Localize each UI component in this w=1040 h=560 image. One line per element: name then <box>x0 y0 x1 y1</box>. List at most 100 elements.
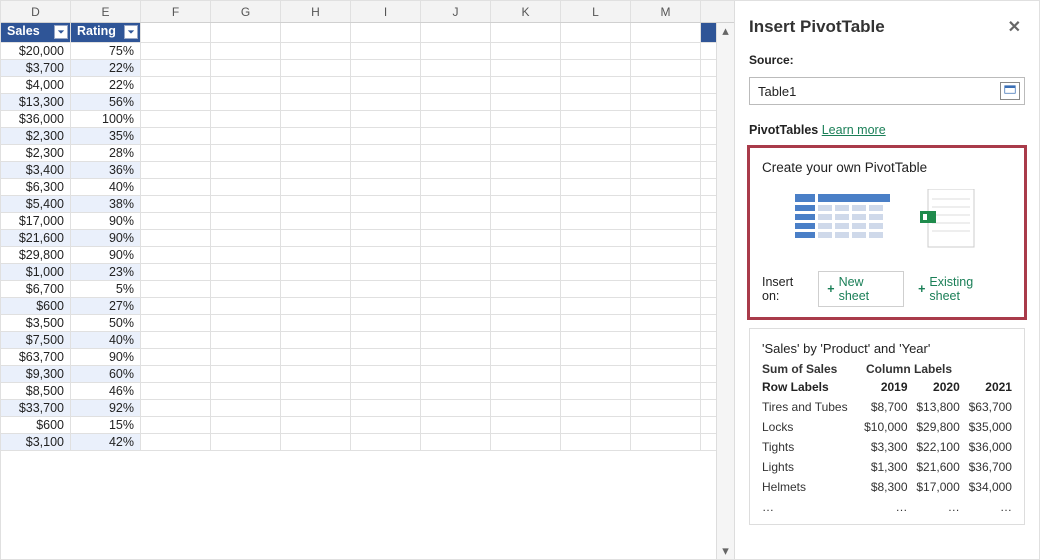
cell[interactable] <box>491 264 561 280</box>
rating-cell[interactable]: 42% <box>71 434 141 450</box>
rating-cell[interactable]: 38% <box>71 196 141 212</box>
cell[interactable] <box>561 298 631 314</box>
cell[interactable] <box>351 281 421 297</box>
existing-sheet-button[interactable]: +Existing sheet <box>910 272 1012 306</box>
sales-cell[interactable]: $1,000 <box>1 264 71 280</box>
cell[interactable] <box>631 145 701 161</box>
table-row[interactable]: $60027% <box>1 298 716 315</box>
cell[interactable] <box>351 383 421 399</box>
cell[interactable] <box>561 213 631 229</box>
cell[interactable] <box>211 264 281 280</box>
rating-cell[interactable]: 28% <box>71 145 141 161</box>
cell[interactable] <box>281 43 351 59</box>
cell[interactable] <box>561 349 631 365</box>
rating-cell[interactable]: 27% <box>71 298 141 314</box>
cell[interactable] <box>211 111 281 127</box>
cell[interactable] <box>351 77 421 93</box>
table-row[interactable]: $8,50046% <box>1 383 716 400</box>
cell[interactable] <box>141 247 211 263</box>
grid[interactable]: SalesRating$20,00075%$3,70022%$4,00022%$… <box>1 23 716 559</box>
cell[interactable] <box>211 349 281 365</box>
cell[interactable] <box>281 400 351 416</box>
cell[interactable] <box>421 366 491 382</box>
rating-cell[interactable]: 22% <box>71 77 141 93</box>
cell[interactable] <box>561 230 631 246</box>
cell[interactable] <box>491 77 561 93</box>
cell[interactable] <box>281 128 351 144</box>
cell[interactable] <box>281 60 351 76</box>
rating-cell[interactable]: 50% <box>71 315 141 331</box>
rating-cell[interactable]: 92% <box>71 400 141 416</box>
table-row[interactable]: $36,000100% <box>1 111 716 128</box>
cell[interactable] <box>141 332 211 348</box>
cell[interactable] <box>281 332 351 348</box>
cell[interactable] <box>561 128 631 144</box>
cell[interactable] <box>561 43 631 59</box>
cell[interactable] <box>281 196 351 212</box>
cell[interactable] <box>631 383 701 399</box>
cell[interactable] <box>351 366 421 382</box>
cell[interactable] <box>351 94 421 110</box>
cell[interactable] <box>421 111 491 127</box>
new-sheet-button[interactable]: +New sheet <box>818 271 904 307</box>
cell[interactable] <box>491 349 561 365</box>
sales-cell[interactable]: $2,300 <box>1 145 71 161</box>
sales-header[interactable]: Sales <box>1 23 71 42</box>
table-row[interactable]: $2,30028% <box>1 145 716 162</box>
sales-cell[interactable]: $36,000 <box>1 111 71 127</box>
table-row[interactable]: $2,30035% <box>1 128 716 145</box>
cell[interactable] <box>491 332 561 348</box>
table-row[interactable]: $5,40038% <box>1 196 716 213</box>
cell[interactable] <box>281 145 351 161</box>
cell[interactable] <box>631 77 701 93</box>
cell[interactable] <box>141 298 211 314</box>
cell[interactable] <box>351 349 421 365</box>
cell[interactable] <box>211 417 281 433</box>
range-picker-icon[interactable] <box>1000 82 1020 100</box>
cell[interactable] <box>631 264 701 280</box>
cell[interactable] <box>491 111 561 127</box>
cell[interactable] <box>211 315 281 331</box>
cell[interactable] <box>211 281 281 297</box>
close-icon[interactable]: ✕ <box>1004 15 1025 39</box>
cell[interactable] <box>561 77 631 93</box>
column-header[interactable]: K <box>491 1 561 22</box>
cell[interactable] <box>631 43 701 59</box>
vertical-scrollbar[interactable]: ▴ ▾ <box>716 23 734 559</box>
sales-cell[interactable]: $17,000 <box>1 213 71 229</box>
cell[interactable] <box>141 349 211 365</box>
sales-cell[interactable]: $63,700 <box>1 349 71 365</box>
cell[interactable] <box>211 196 281 212</box>
column-header[interactable]: E <box>71 1 141 22</box>
sales-cell[interactable]: $3,700 <box>1 60 71 76</box>
sales-cell[interactable]: $4,000 <box>1 77 71 93</box>
rating-cell[interactable]: 23% <box>71 264 141 280</box>
column-header[interactable]: L <box>561 1 631 22</box>
column-header[interactable]: D <box>1 1 71 22</box>
cell[interactable] <box>561 23 631 42</box>
cell[interactable] <box>211 77 281 93</box>
cell[interactable] <box>281 264 351 280</box>
sales-cell[interactable]: $3,400 <box>1 162 71 178</box>
cell[interactable] <box>561 434 631 450</box>
cell[interactable] <box>421 332 491 348</box>
cell[interactable] <box>491 315 561 331</box>
table-row[interactable]: $29,80090% <box>1 247 716 264</box>
column-header[interactable]: F <box>141 1 211 22</box>
cell[interactable] <box>421 77 491 93</box>
rating-cell[interactable]: 90% <box>71 247 141 263</box>
cell[interactable] <box>211 213 281 229</box>
cell[interactable] <box>561 94 631 110</box>
cell[interactable] <box>491 247 561 263</box>
cell[interactable] <box>211 128 281 144</box>
table-row[interactable]: $13,30056% <box>1 94 716 111</box>
cell[interactable] <box>561 162 631 178</box>
cell[interactable] <box>561 332 631 348</box>
sales-cell[interactable]: $29,800 <box>1 247 71 263</box>
cell[interactable] <box>281 315 351 331</box>
table-row[interactable]: $1,00023% <box>1 264 716 281</box>
cell[interactable] <box>211 383 281 399</box>
rating-header[interactable]: Rating <box>71 23 141 42</box>
cell[interactable] <box>281 230 351 246</box>
rating-cell[interactable]: 75% <box>71 43 141 59</box>
